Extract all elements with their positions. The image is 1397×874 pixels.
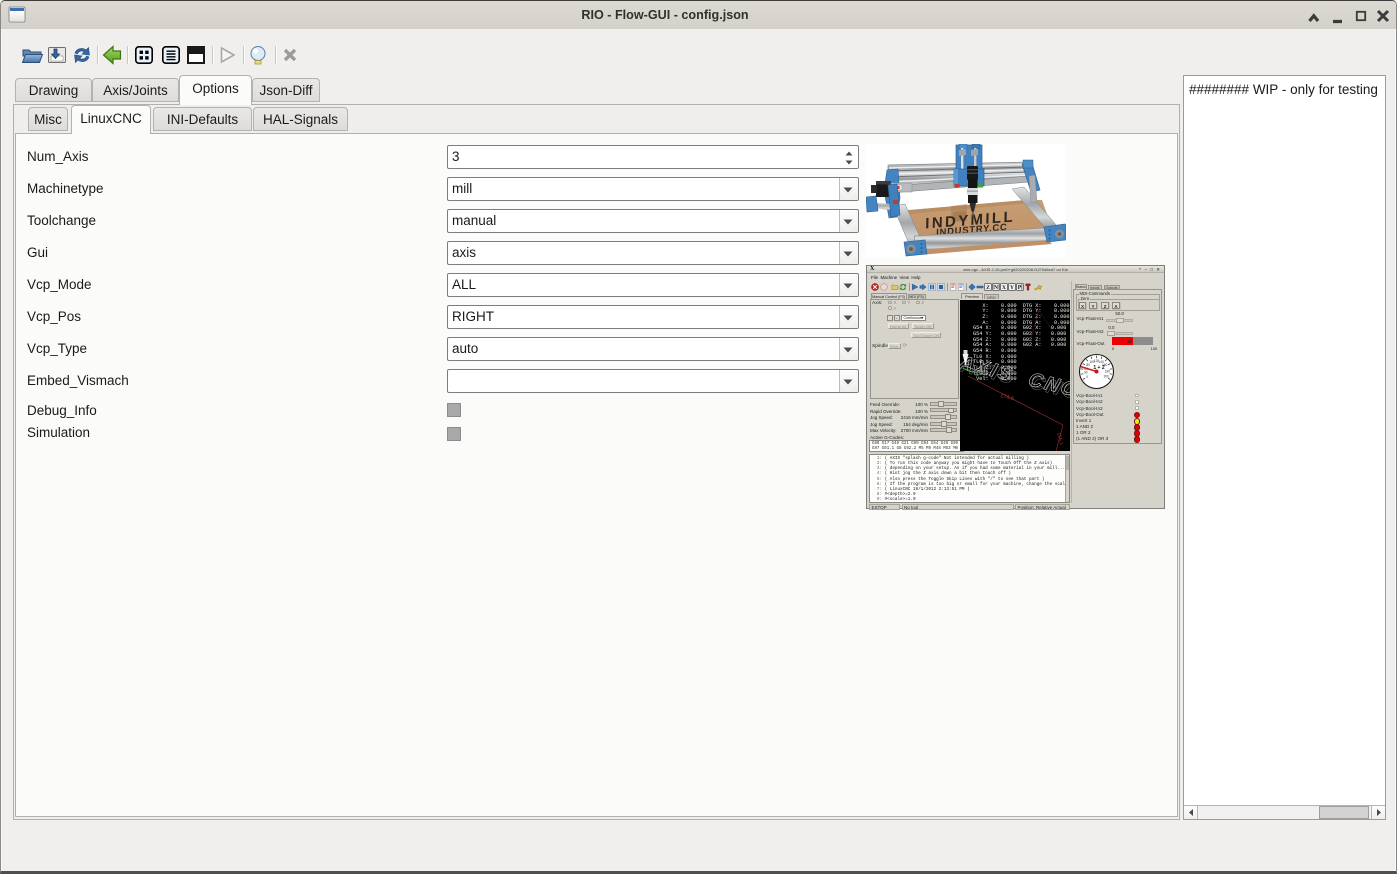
svg-text:Y: Y [1010, 285, 1014, 291]
svg-text:200: 200 [1104, 374, 1110, 378]
svg-text:P: P [1018, 285, 1022, 291]
svg-text:190: 190 [1105, 369, 1111, 373]
svg-text:165.1: 165.1 [1055, 431, 1064, 445]
svg-text:174.6: 174.6 [1000, 393, 1015, 402]
svg-text:X: X [1002, 285, 1006, 291]
svg-text:Z: Z [986, 285, 990, 291]
svg-text:0: 0 [1086, 375, 1088, 379]
svg-text:30: 30 [1084, 370, 1088, 374]
